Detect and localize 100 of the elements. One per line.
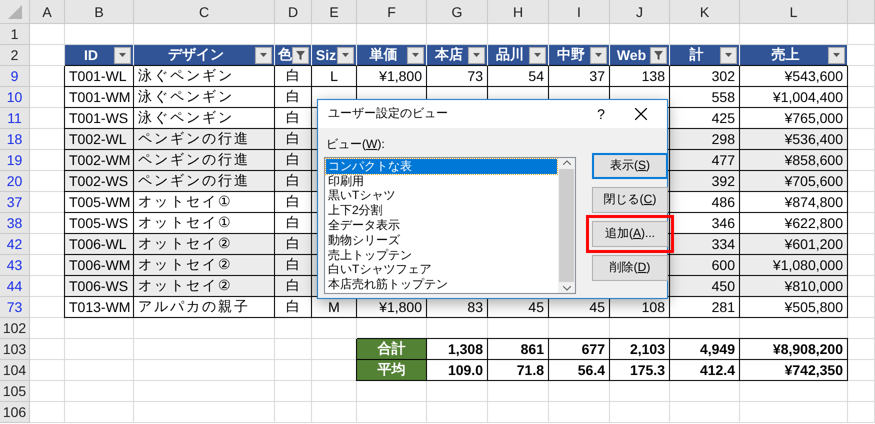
table-cell: ¥858,600 <box>740 150 848 171</box>
scrollbar[interactable] <box>558 158 575 293</box>
row-header[interactable]: 106 <box>0 402 30 423</box>
table-cell: 泳ぐペンギン <box>134 87 275 108</box>
filter-button[interactable] <box>114 46 131 64</box>
empty-cell <box>65 360 134 381</box>
caret-icon <box>725 53 732 57</box>
table-cell: 73 <box>427 66 488 87</box>
view-item[interactable]: 本店売れ筋トップテン <box>326 277 557 292</box>
row-header[interactable]: 104 <box>0 360 30 381</box>
column-header[interactable]: B <box>65 0 134 24</box>
caret-icon <box>833 53 840 57</box>
table-cell: ペンギンの行進 <box>134 150 275 171</box>
empty-cell <box>670 402 740 423</box>
view-item[interactable]: 印刷用 <box>326 174 557 188</box>
header-label: Web <box>616 47 648 63</box>
column-header[interactable]: C <box>134 0 275 24</box>
view-item[interactable]: 上下2分割 <box>326 203 557 218</box>
total-cell: 677 <box>549 339 610 360</box>
row-header[interactable]: 37 <box>0 192 30 213</box>
row-header[interactable]: 2 <box>0 45 30 66</box>
column-header[interactable]: I <box>549 0 610 24</box>
view-item[interactable]: 白いTシャツフェア <box>326 262 557 278</box>
filter-button[interactable] <box>720 46 737 64</box>
filter-button[interactable] <box>255 46 272 64</box>
row-header[interactable]: 1 <box>0 24 30 45</box>
column-header[interactable]: E <box>312 0 357 24</box>
row-header[interactable]: 38 <box>0 213 30 234</box>
column-header[interactable]: J <box>610 0 670 24</box>
funnel-icon <box>654 50 663 60</box>
view-item[interactable]: コンパクトな表 <box>326 158 557 174</box>
column-header[interactable]: F <box>357 0 427 24</box>
empty-cell <box>427 402 488 423</box>
empty-cell <box>848 318 875 339</box>
column-header[interactable]: K <box>670 0 740 24</box>
empty-cell <box>549 402 610 423</box>
row-header[interactable]: 73 <box>0 297 30 318</box>
dialog-button[interactable]: 閉じる(C) <box>592 186 668 213</box>
empty-cell <box>357 402 427 423</box>
row-header[interactable]: 44 <box>0 276 30 297</box>
table-cell: ¥505,800 <box>740 297 848 318</box>
column-header[interactable]: L <box>740 0 848 24</box>
filter-button[interactable] <box>828 46 845 64</box>
help-button[interactable]: ? <box>583 102 619 126</box>
view-item[interactable]: 黒いTシャツ <box>326 188 557 204</box>
row-header[interactable]: 105 <box>0 381 30 402</box>
header-label: 本店 <box>434 46 464 64</box>
column-header[interactable]: G <box>427 0 488 24</box>
filter-button[interactable] <box>337 46 354 64</box>
dialog-button[interactable]: 削除(D) <box>592 254 668 281</box>
table-cell: ¥765,000 <box>740 108 848 129</box>
table-cell: 白 <box>275 171 312 192</box>
table-cell: T002-WL <box>65 129 134 150</box>
view-item[interactable]: 動物シリーズ <box>326 232 557 248</box>
total-cell: 861 <box>488 339 549 360</box>
view-item[interactable]: 売上トップテン <box>326 248 557 262</box>
empty-cell <box>65 318 134 339</box>
column-header[interactable]: A <box>30 0 65 24</box>
row-header[interactable]: 10 <box>0 87 30 108</box>
row-header[interactable]: 11 <box>0 108 30 129</box>
filter-button[interactable] <box>650 46 667 64</box>
empty-cell <box>610 381 670 402</box>
close-icon <box>635 108 647 120</box>
row-header[interactable]: 43 <box>0 255 30 276</box>
filter-button[interactable] <box>468 46 485 64</box>
row-header[interactable]: 42 <box>0 234 30 255</box>
dialog-button[interactable]: 追加(A)... <box>592 220 668 247</box>
column-header[interactable]: D <box>275 0 312 24</box>
row-header[interactable]: 102 <box>0 318 30 339</box>
table-cell: M <box>312 297 357 318</box>
table-cell: ¥1,800 <box>357 66 427 87</box>
row-header[interactable]: 103 <box>0 339 30 360</box>
table-cell: ¥1,800 <box>357 297 427 318</box>
table-cell: L <box>312 66 357 87</box>
table-cell: 白 <box>275 129 312 150</box>
column-header[interactable]: H <box>488 0 549 24</box>
dialog-button[interactable]: 表示(S) <box>592 152 668 179</box>
total-label: 平均 <box>357 360 427 381</box>
row-header[interactable]: 18 <box>0 129 30 150</box>
table-cell: 白 <box>275 234 312 255</box>
funnel-icon <box>296 50 305 60</box>
row-header[interactable]: 9 <box>0 66 30 87</box>
filter-button[interactable] <box>292 46 309 64</box>
table-cell: 600 <box>670 255 740 276</box>
table-cell: T006-WM <box>65 255 134 276</box>
filter-button[interactable] <box>590 46 607 64</box>
table-cell: 45 <box>549 297 610 318</box>
filter-button[interactable] <box>407 46 424 64</box>
filter-button[interactable] <box>529 46 546 64</box>
header-label: 売上 <box>770 46 800 64</box>
view-item[interactable]: 全データ表示 <box>326 218 557 233</box>
header-label: Siz <box>315 47 337 63</box>
views-list[interactable]: コンパクトな表 印刷用 黒いTシャツ 上下2分割 全データ表示 動物シリーズ 売上トップテン 白いTシャツフェア 本店売れ筋トップテン <box>324 156 576 294</box>
row-header[interactable]: 19 <box>0 150 30 171</box>
table-cell: 45 <box>488 297 549 318</box>
caret-icon <box>342 53 349 57</box>
row-header[interactable]: 20 <box>0 171 30 192</box>
header-label: 色 <box>278 46 292 64</box>
table-cell: ¥601,200 <box>740 234 848 255</box>
table-cell: 白 <box>275 87 312 108</box>
